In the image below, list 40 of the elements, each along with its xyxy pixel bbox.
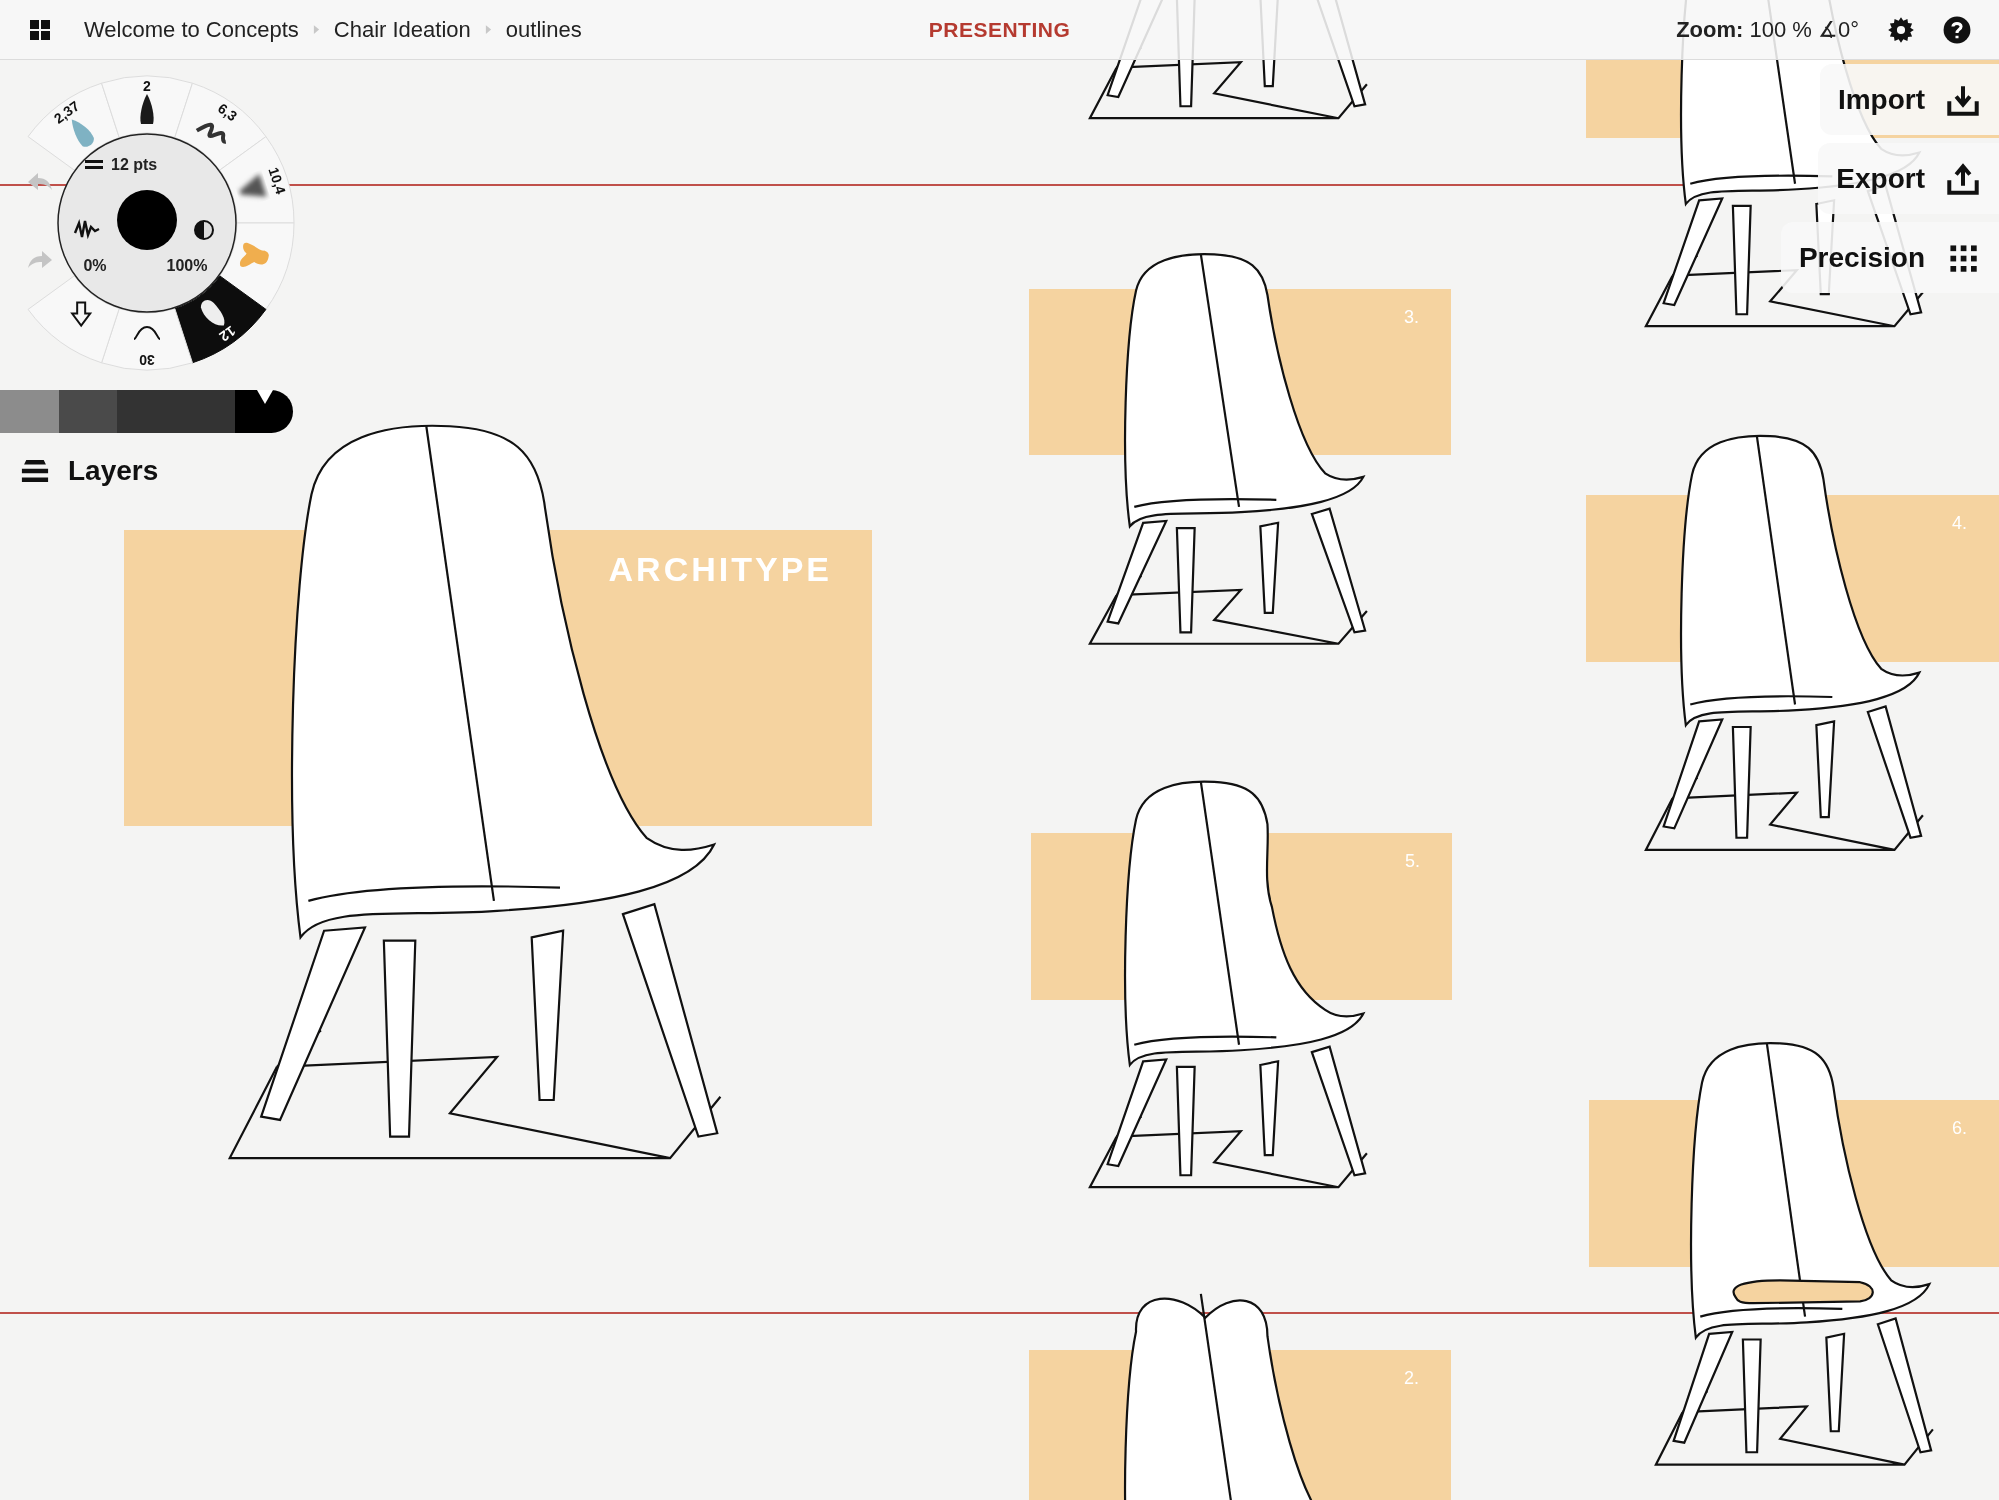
presenting-label: PRESENTING (928, 17, 1071, 42)
download-icon (1947, 83, 1979, 116)
breadcrumb-link[interactable]: Welcome to Concepts (84, 16, 299, 43)
color-swatch[interactable] (0, 390, 59, 433)
upload-icon (1947, 162, 1979, 195)
brush-slot[interactable] (27, 275, 120, 364)
help-icon[interactable] (1943, 15, 1971, 44)
zoom-readout: Zoom: 100 % ∡0° (1676, 16, 1859, 43)
card-label: 5. (1405, 851, 1420, 872)
selected-notch-icon (257, 390, 273, 404)
apps-grid-icon[interactable] (28, 17, 52, 42)
card-label: ARCHITYPE (608, 550, 832, 589)
brush-slot[interactable]: 6,3 (174, 82, 267, 171)
brush-slot[interactable]: 2 (101, 75, 193, 138)
chevron-icon (312, 24, 320, 35)
menu-item[interactable]: Export (1818, 143, 1999, 214)
color-swatch[interactable] (117, 390, 235, 433)
card-label: 6. (1952, 1118, 1967, 1139)
brush-slot[interactable] (219, 222, 295, 310)
settings-icon[interactable] (1887, 15, 1915, 44)
menu-item[interactable]: Import (1819, 64, 1999, 135)
card-label: 4. (1952, 513, 1967, 534)
color-swatch[interactable] (59, 390, 117, 433)
layers-icon (20, 459, 50, 483)
card-label: 3. (1404, 307, 1419, 328)
breadcrumb-link[interactable]: outlines (505, 16, 582, 43)
stroke-size-icon (85, 160, 103, 169)
card-label: 2. (1404, 1368, 1419, 1389)
layers-button[interactable]: Layers (20, 455, 159, 487)
opacity-value: 100% (166, 257, 208, 274)
smoothing-value: 0% (83, 257, 107, 274)
color-dot[interactable] (117, 190, 177, 250)
arrow-down-icon (70, 301, 93, 328)
color-swatch[interactable] (235, 390, 293, 433)
smoothing-icon (73, 218, 100, 240)
wave-icon (133, 326, 161, 340)
brush-slot[interactable]: 30 (101, 308, 193, 371)
chevron-icon (484, 24, 492, 35)
menu-item[interactable]: Precision (1780, 222, 1999, 293)
breadcrumb-link[interactable]: Chair Ideation (333, 16, 471, 43)
